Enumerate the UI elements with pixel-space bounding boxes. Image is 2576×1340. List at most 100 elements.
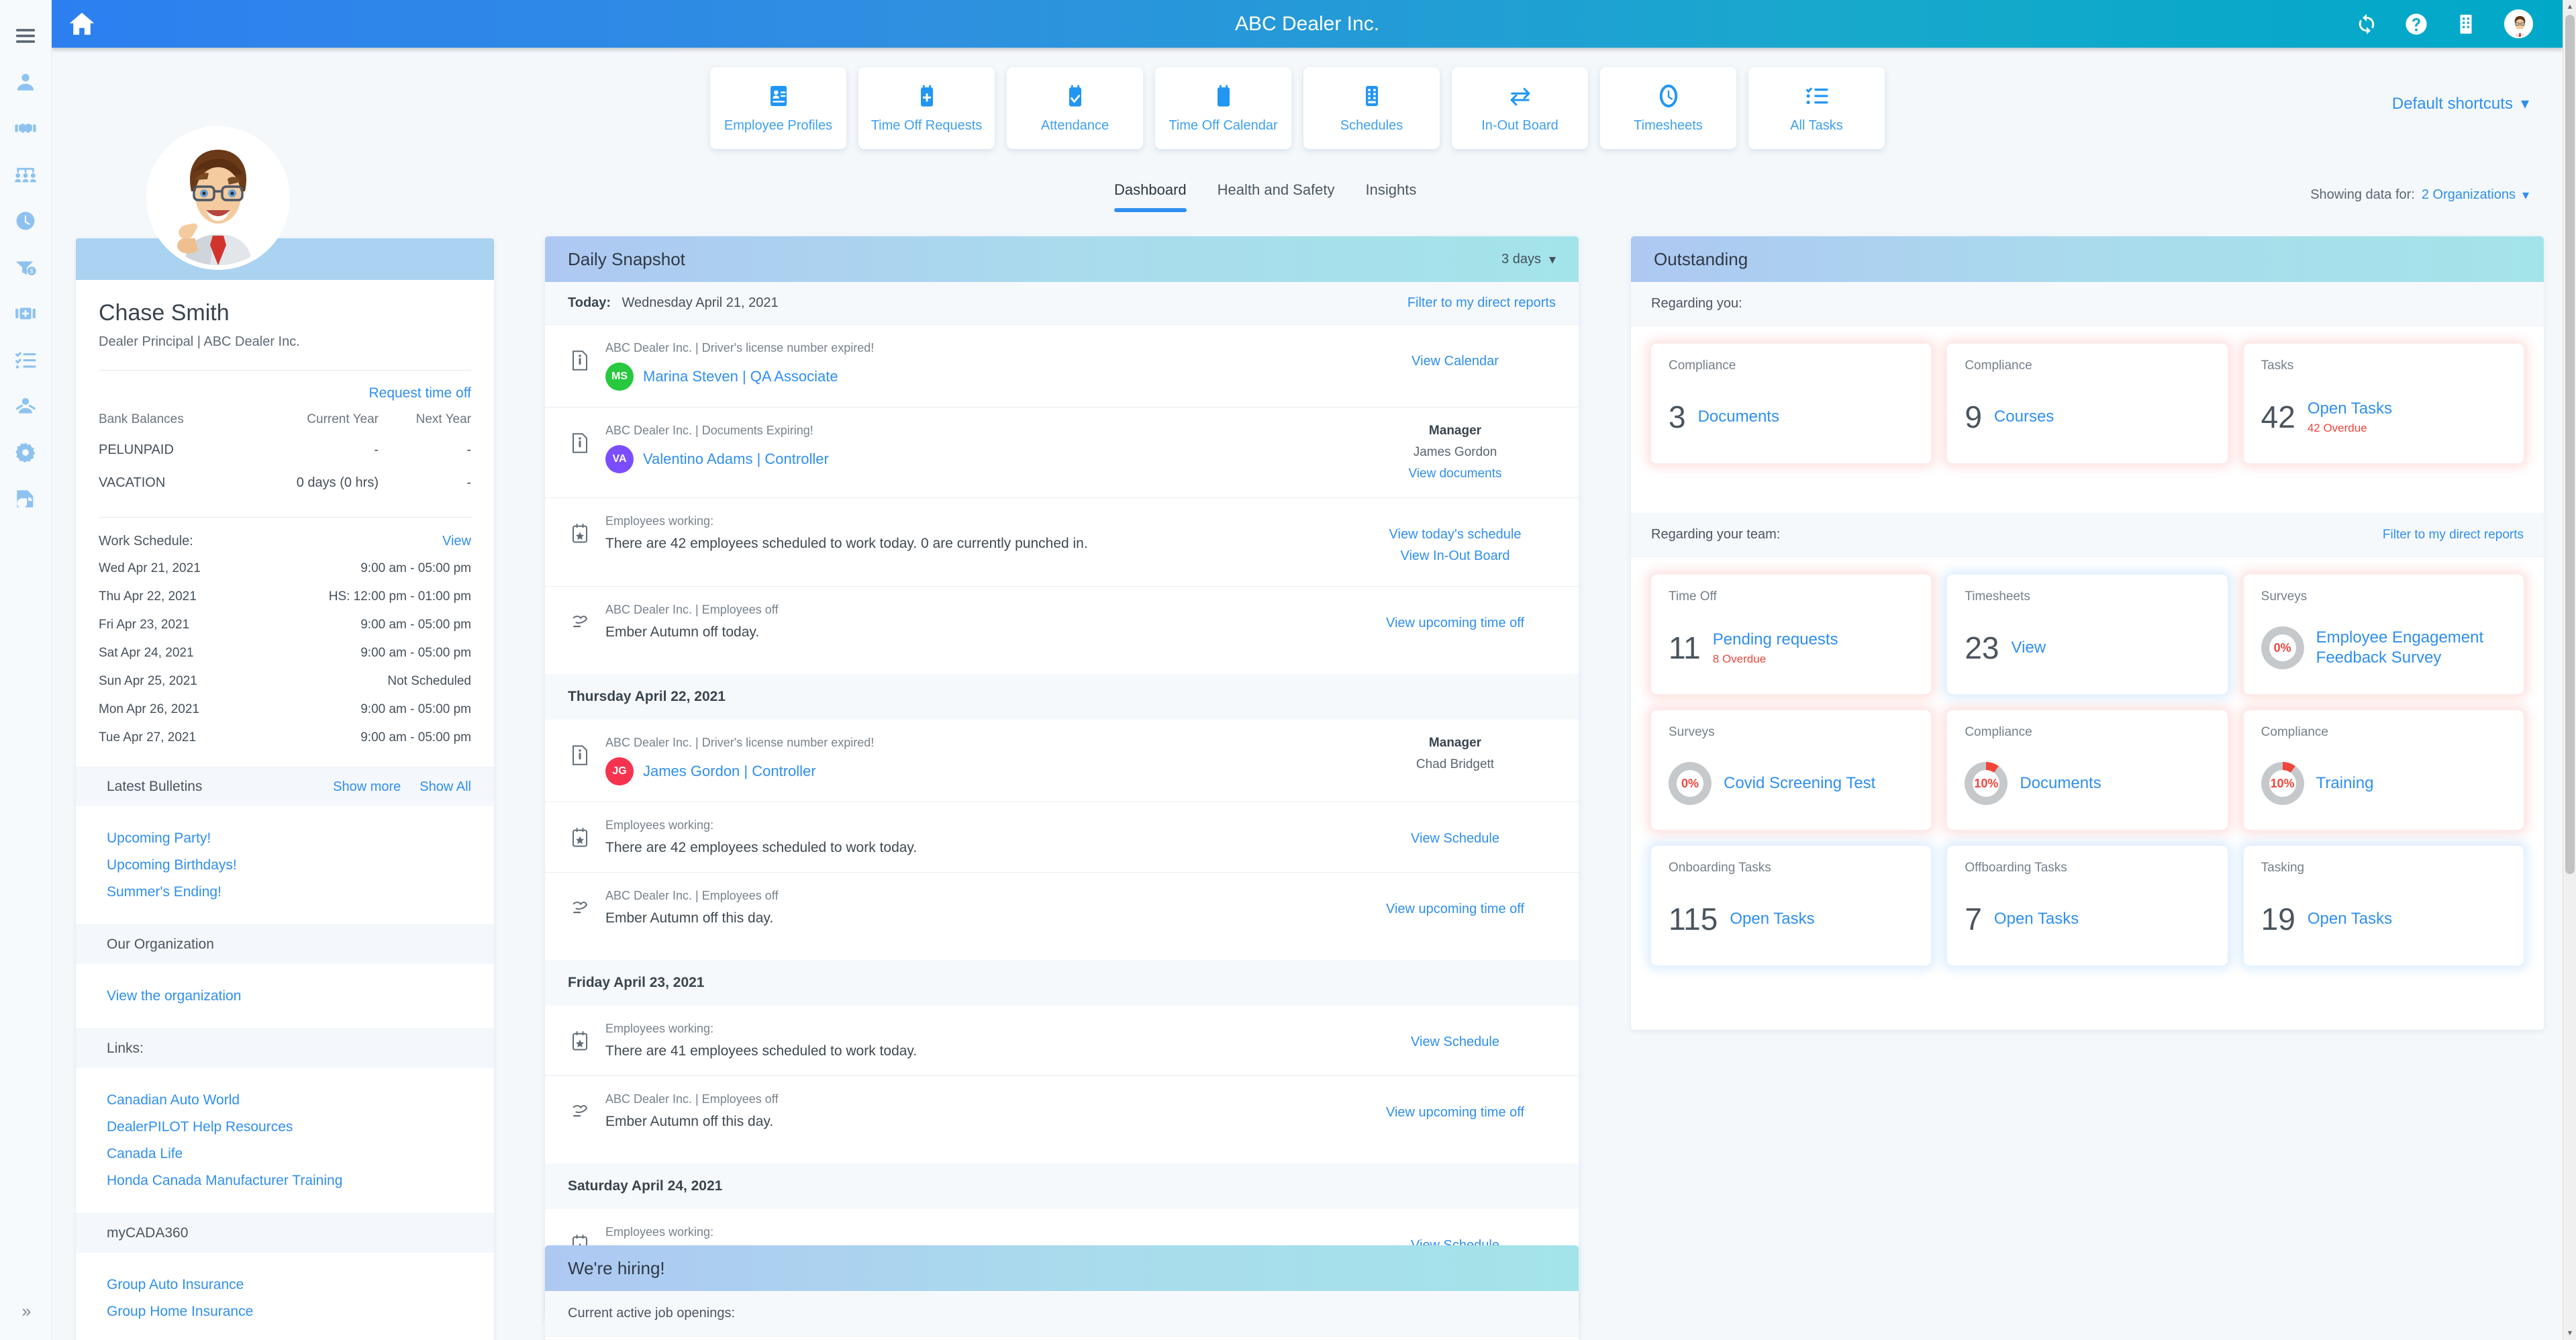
stat-card-onboarding-tasks[interactable]: Onboarding Tasks 115 Open Tasks bbox=[1651, 846, 1932, 965]
shortcut-schedules[interactable]: Schedules bbox=[1303, 67, 1440, 149]
stat-card-compliance-courses[interactable]: Compliance 9 Courses bbox=[1947, 344, 2228, 463]
report-chart-icon[interactable] bbox=[0, 475, 52, 522]
snapshot-row-body: ABC Dealer Inc. | Employees off Ember Au… bbox=[605, 603, 1341, 640]
shortcut-employee-profiles[interactable]: Employee Profiles bbox=[710, 67, 846, 149]
payroll-funnel-icon[interactable]: $ bbox=[0, 244, 52, 290]
shortcut-in-out-board[interactable]: In-Out Board bbox=[1452, 67, 1588, 149]
avatar: JG bbox=[605, 757, 634, 785]
bulletins-show-more[interactable]: Show more bbox=[333, 779, 401, 795]
page-scrollbar[interactable]: ▲ ▼ bbox=[2563, 0, 2576, 1340]
external-link[interactable]: DealerPILOT Help Resources bbox=[107, 1119, 471, 1135]
external-link[interactable]: Canada Life bbox=[107, 1146, 471, 1162]
bulletin-item[interactable]: Summer's Ending! bbox=[107, 884, 471, 900]
employee-link[interactable]: Valentino Adams | Controller bbox=[643, 450, 829, 468]
stat-link[interactable]: Pending requests bbox=[1713, 630, 1838, 650]
stat-link[interactable]: Open Tasks bbox=[1994, 909, 2079, 929]
profile-card: Chase Smith Dealer Principal | ABC Deale… bbox=[76, 238, 494, 1340]
shortcut-timesheets[interactable]: Timesheets bbox=[1600, 67, 1736, 149]
snapshot-range-dropdown[interactable]: 3 days ▾ bbox=[1501, 251, 1556, 268]
snapshot-row-text: There are 42 employees scheduled to work… bbox=[605, 840, 918, 855]
person-icon[interactable] bbox=[0, 58, 52, 105]
scroll-up-arrow[interactable]: ▲ bbox=[2563, 0, 2576, 13]
view-calendar-link[interactable]: View Calendar bbox=[1354, 354, 1556, 369]
external-link[interactable]: Honda Canada Manufacturer Training bbox=[107, 1173, 471, 1189]
schedule-hours: 9:00 am - 05:00 pm bbox=[360, 702, 471, 716]
tab-insights[interactable]: Insights bbox=[1366, 181, 1417, 212]
mycada-link[interactable]: Group Home Insurance bbox=[107, 1304, 471, 1320]
chevron-down-icon[interactable]: ▾ bbox=[2522, 187, 2529, 203]
stat-link[interactable]: View bbox=[2012, 638, 2046, 658]
organization-filter-value[interactable]: 2 Organizations bbox=[2422, 187, 2516, 203]
tab-dashboard[interactable]: Dashboard bbox=[1114, 181, 1187, 212]
stat-link[interactable]: Open Tasks bbox=[2308, 399, 2392, 419]
employee-link[interactable]: James Gordon | Controller bbox=[643, 763, 816, 780]
org-chart-icon[interactable] bbox=[0, 151, 52, 197]
shortcut-attendance[interactable]: Attendance bbox=[1007, 67, 1143, 149]
view-in-out-board-link[interactable]: View In-Out Board bbox=[1354, 548, 1556, 564]
view-upcoming-time-off-link[interactable]: View upcoming time off bbox=[1354, 1105, 1556, 1120]
stat-link[interactable]: Open Tasks bbox=[2308, 909, 2392, 929]
view-upcoming-time-off-link[interactable]: View upcoming time off bbox=[1354, 616, 1556, 631]
stat-card-timesheets[interactable]: Timesheets 23 View bbox=[1947, 575, 2228, 694]
shortcut-preset-dropdown[interactable]: Default shortcuts ▾ bbox=[2392, 94, 2529, 113]
view-todays-schedule-link[interactable]: View today's schedule bbox=[1354, 527, 1556, 542]
schedule-hours: Not Scheduled bbox=[387, 674, 471, 688]
bulletin-item[interactable]: Upcoming Birthdays! bbox=[107, 857, 471, 873]
building-icon[interactable] bbox=[2455, 13, 2477, 36]
stat-card-time-off[interactable]: Time Off 11 Pending requests 8 Overdue bbox=[1651, 575, 1932, 694]
first-aid-icon[interactable] bbox=[0, 290, 52, 336]
stat-link[interactable]: Open Tasks bbox=[1730, 909, 1814, 929]
employee-link[interactable]: Marina Steven | QA Associate bbox=[643, 368, 838, 385]
stat-link[interactable]: Covid Screening Test bbox=[1724, 773, 1875, 794]
scrollbar-thumb[interactable] bbox=[2565, 15, 2575, 874]
home-icon[interactable] bbox=[68, 10, 96, 38]
bulletin-item[interactable]: Upcoming Party! bbox=[107, 830, 471, 847]
stat-card-covid-screening[interactable]: Surveys 0% Covid Screening Test bbox=[1651, 710, 1932, 830]
sync-icon[interactable] bbox=[2355, 13, 2378, 36]
user-avatar[interactable] bbox=[2504, 9, 2533, 38]
team-filter-link[interactable]: Filter to my direct reports bbox=[2383, 528, 2524, 542]
snapshot-row: ABC Dealer Inc. | Driver's license numbe… bbox=[545, 325, 1579, 407]
tab-health-and-safety[interactable]: Health and Safety bbox=[1218, 181, 1335, 212]
hamburger-icon[interactable] bbox=[0, 12, 52, 58]
snapshot-filter-link[interactable]: Filter to my direct reports bbox=[1407, 295, 1556, 311]
organization-link[interactable]: View the organization bbox=[107, 988, 471, 1004]
stat-link[interactable]: Employee Engagement Feedback Survey bbox=[2316, 628, 2506, 668]
stat-link[interactable]: Courses bbox=[1994, 407, 2054, 427]
gear-icon[interactable] bbox=[0, 429, 52, 475]
shortcut-all-tasks[interactable]: All Tasks bbox=[1748, 67, 1885, 149]
stat-card-tasking[interactable]: Tasking 19 Open Tasks bbox=[2243, 846, 2524, 965]
schedules-icon bbox=[1360, 83, 1384, 109]
checklist-icon[interactable] bbox=[0, 336, 52, 383]
request-time-off-link[interactable]: Request time off bbox=[76, 371, 494, 405]
mycada-link[interactable]: Group Auto Insurance bbox=[107, 1277, 471, 1293]
handshake-icon[interactable] bbox=[0, 105, 52, 151]
stat-card-compliance-docs-team[interactable]: Compliance 10% Documents bbox=[1947, 710, 2228, 830]
stat-card-compliance-documents[interactable]: Compliance 3 Documents bbox=[1651, 344, 1932, 463]
view-upcoming-time-off-link[interactable]: View upcoming time off bbox=[1354, 902, 1556, 917]
view-documents-link[interactable]: View documents bbox=[1354, 467, 1556, 481]
stat-link[interactable]: Documents bbox=[1698, 407, 1779, 427]
stat-link[interactable]: Training bbox=[2316, 773, 2374, 794]
shortcut-time-off-requests[interactable]: Time Off Requests bbox=[858, 67, 995, 149]
rail-collapse-toggle[interactable]: » bbox=[0, 1302, 52, 1321]
stat-card-tasks[interactable]: Tasks 42 Open Tasks 42 Overdue bbox=[2243, 344, 2524, 463]
work-schedule-view-link[interactable]: View bbox=[442, 534, 471, 549]
hiring-job-item[interactable]: DevOps$100 bbox=[545, 1337, 1579, 1340]
stat-card-offboarding-tasks[interactable]: Offboarding Tasks 7 Open Tasks bbox=[1947, 846, 2228, 965]
profile-avatar[interactable] bbox=[151, 131, 285, 265]
stat-card-compliance-training[interactable]: Compliance 10% Training bbox=[2243, 710, 2524, 830]
regarding-you-bar: Regarding you: bbox=[1631, 282, 2544, 326]
view-schedule-link[interactable]: View Schedule bbox=[1354, 1035, 1556, 1050]
clock-icon[interactable] bbox=[0, 197, 52, 244]
bulletins-show-all[interactable]: Show All bbox=[419, 779, 471, 795]
schedule-date: Tue Apr 27, 2021 bbox=[99, 730, 197, 745]
stat-link[interactable]: Documents bbox=[2020, 773, 2101, 794]
help-icon[interactable] bbox=[2405, 13, 2428, 36]
scroll-down-arrow[interactable]: ▼ bbox=[2563, 1327, 2576, 1340]
stat-card-engagement-survey[interactable]: Surveys 0% Employee Engagement Feedback … bbox=[2243, 575, 2524, 694]
external-link[interactable]: Canadian Auto World bbox=[107, 1092, 471, 1108]
shortcut-time-off-calendar[interactable]: Time Off Calendar bbox=[1155, 67, 1291, 149]
view-schedule-link[interactable]: View Schedule bbox=[1354, 831, 1556, 847]
talent-icon[interactable] bbox=[0, 383, 52, 429]
